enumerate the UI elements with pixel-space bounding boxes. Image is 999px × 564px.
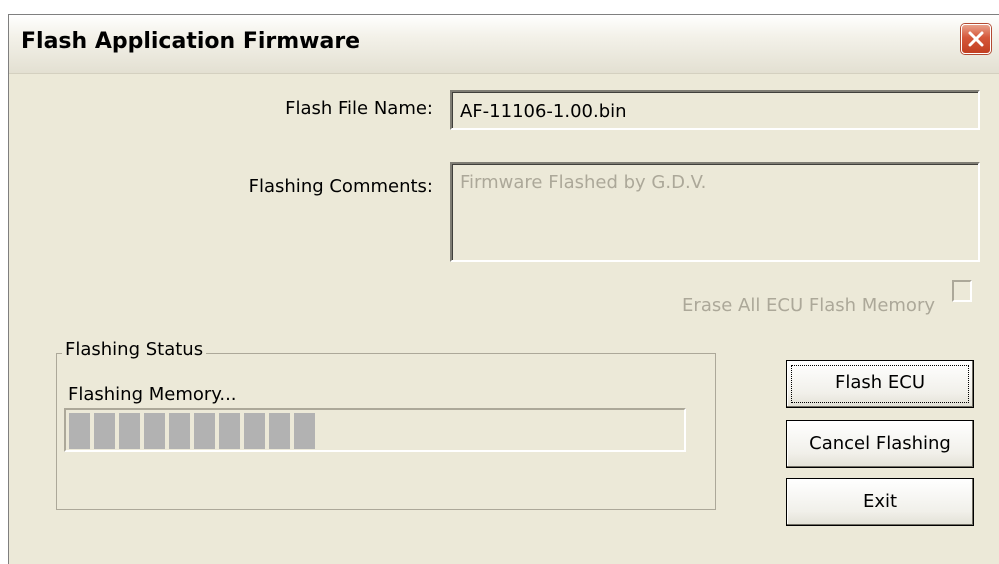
flash-file-name-label: Flash File Name: [285,98,433,119]
flashing-status-group-title: Flashing Status [62,339,207,360]
flashing-comments-label: Flashing Comments: [248,176,433,197]
progress-block [219,413,240,449]
title-bar[interactable]: Flash Application Firmware [9,15,999,74]
cancel-flashing-button-label: Cancel Flashing [809,433,951,454]
progress-block [294,413,315,449]
flashing-progress-bar [64,408,686,452]
cancel-flashing-button[interactable]: Cancel Flashing [786,420,974,468]
progress-block [144,413,165,449]
progress-fill [69,413,315,449]
erase-flash-memory-checkbox [952,280,972,302]
close-icon [968,31,984,47]
progress-block [169,413,190,449]
close-button[interactable] [961,24,991,54]
progress-block [194,413,215,449]
exit-button[interactable]: Exit [786,478,974,526]
window-title: Flash Application Firmware [21,29,361,54]
flash-file-name-value: AF-11106-1.00.bin [460,101,627,122]
flashing-comments-field: Firmware Flashed by G.D.V. [450,162,980,262]
flash-ecu-button-label: Flash ECU [834,372,925,393]
exit-button-label: Exit [862,491,898,512]
erase-flash-memory-label: Erase All ECU Flash Memory [682,295,935,316]
flashing-comments-value: Firmware Flashed by G.D.V. [460,172,707,193]
progress-block [119,413,140,449]
flashing-status-message: Flashing Memory... [68,384,237,405]
progress-block [269,413,290,449]
progress-block [69,413,90,449]
progress-block [94,413,115,449]
flash-ecu-button[interactable]: Flash ECU [786,360,974,408]
flash-file-name-field: AF-11106-1.00.bin [450,90,980,130]
progress-block [244,413,265,449]
